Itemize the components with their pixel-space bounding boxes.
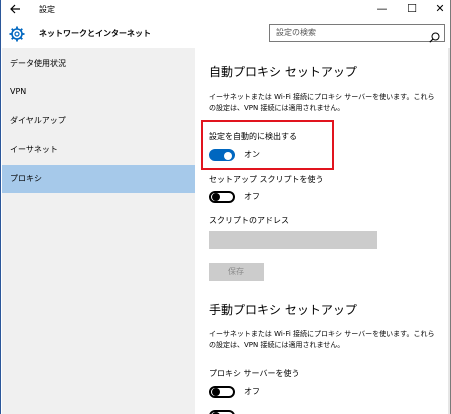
close-button[interactable]: ✕ [433, 2, 447, 16]
sidebar-item-label: データ使用状況 [10, 59, 66, 68]
sidebar: データ使用状況 VPN ダイヤルアップ イーサネット プロキシ [2, 48, 195, 414]
auto-proxy-title: 自動プロキシ セットアップ [209, 65, 357, 79]
search-placeholder: 設定の検索 [276, 28, 316, 37]
gear-icon [9, 26, 25, 42]
use-proxy-server-label: プロキシ サーバーを使う [209, 369, 300, 378]
use-proxy-server-state: オフ [244, 387, 260, 396]
search-input[interactable]: 設定の検索 [269, 24, 445, 43]
save-button-label: 保存 [228, 267, 244, 276]
settings-window: 設定 — ☐ ✕ ネットワークとインターネット 設定の検索 データ使用状況 VP… [0, 0, 451, 414]
setup-script-state: オフ [244, 192, 260, 201]
manual-proxy-desc-line1: イーサネットまたは Wi-Fi 接続にプロキシ サーバーを使います。これら [209, 330, 435, 338]
toggle-knob [212, 193, 220, 201]
search-icon[interactable] [429, 28, 440, 43]
sidebar-item-label: イーサネット [10, 145, 58, 154]
scrollbar-track[interactable] [448, 48, 450, 414]
setup-script-label: セットアップ スクリプトを使う [209, 175, 324, 184]
script-address-label: スクリプトのアドレス [209, 216, 289, 225]
toggle-knob [212, 388, 220, 396]
sidebar-item-ethernet[interactable]: イーサネット [2, 136, 195, 164]
manual-proxy-title: 手動プロキシ セットアップ [209, 303, 357, 317]
window-title: 設定 [39, 5, 55, 14]
minimize-button[interactable]: — [375, 2, 389, 16]
back-arrow-icon[interactable] [9, 3, 23, 17]
sidebar-item-proxy[interactable]: プロキシ [2, 165, 195, 193]
use-proxy-server-toggle[interactable] [209, 386, 235, 398]
auto-proxy-desc-line1: イーサネットまたは Wi-Fi 接続にプロキシ サーバーを使います。これら [209, 93, 435, 101]
proxy-content: 自動プロキシ セットアップ イーサネットまたは Wi-Fi 接続にプロキシ サー… [195, 48, 450, 414]
sidebar-item-vpn[interactable]: VPN [2, 78, 195, 106]
next-setting-toggle[interactable] [209, 410, 235, 414]
setup-script-toggle[interactable] [209, 191, 235, 203]
maximize-button[interactable]: ☐ [405, 2, 419, 16]
page-header: ネットワークとインターネット 設定の検索 [1, 20, 450, 48]
sidebar-item-label: VPN [10, 87, 27, 96]
title-bar: 設定 — ☐ ✕ [1, 0, 450, 20]
sidebar-item-dialup[interactable]: ダイヤルアップ [2, 107, 195, 135]
sidebar-item-label: ダイヤルアップ [10, 116, 66, 125]
script-address-field[interactable] [209, 231, 377, 249]
auto-proxy-desc-line2: の設定は、VPN 接続には適用されません。 [209, 104, 345, 112]
sidebar-item-data-usage[interactable]: データ使用状況 [2, 50, 195, 78]
highlight-box [201, 120, 334, 170]
manual-proxy-desc-line2: の設定は、VPN 接続には適用されません。 [209, 341, 345, 349]
save-button[interactable]: 保存 [209, 263, 264, 281]
sidebar-item-label: プロキシ [10, 174, 42, 183]
page-title: ネットワークとインターネット [39, 29, 151, 38]
